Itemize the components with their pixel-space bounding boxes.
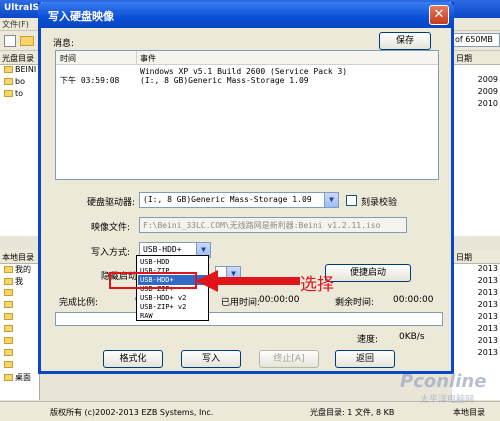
- folder-icon: [4, 349, 13, 356]
- image-file-label: 映像文件:: [91, 223, 131, 233]
- disc-tree-panel: 光盘目录 BEINI bo to: [0, 51, 40, 236]
- status-local-info: 本地目录: [453, 408, 485, 417]
- message-log: 时间 事件 下午 03:59:08 Windows XP v5.1 Build …: [55, 50, 439, 180]
- date-cell: 2009: [477, 75, 498, 84]
- date-cell: 2010: [477, 99, 498, 108]
- status-disc-info: 光盘目录: 1 文件, 8 KB: [310, 408, 395, 417]
- drive-value: (I:, 8 GB)Generic Mass-Storage 1.09: [143, 195, 312, 204]
- verify-label: 刻录校验: [361, 198, 398, 208]
- folder-icon: [4, 66, 13, 73]
- disc-file-list: 日期 2009 2009 2010: [452, 51, 500, 236]
- date-cell: 2013: [477, 324, 498, 333]
- progress-label: 完成比例:: [59, 298, 99, 308]
- arrow-left-icon: [196, 270, 300, 292]
- col-event-header[interactable]: 事件: [140, 53, 156, 64]
- folder-icon: [4, 301, 13, 308]
- drive-label: 硬盘驱动器:: [87, 198, 136, 208]
- menu-file[interactable]: 文件(F): [2, 19, 29, 30]
- folder-icon: [4, 374, 13, 381]
- remaining-value: 00:00:00: [393, 295, 434, 305]
- date-cell: 2013: [477, 300, 498, 309]
- annotation-highlight-box: [109, 272, 197, 289]
- tree-item[interactable]: to: [0, 89, 39, 101]
- tree-item[interactable]: 我: [0, 276, 39, 288]
- folder-icon: [4, 289, 13, 296]
- date-cell: 2013: [477, 312, 498, 321]
- date-cell: 2013: [477, 264, 498, 273]
- progress-bar: [55, 312, 443, 326]
- date-cell: 2013: [477, 336, 498, 345]
- local-tree-header: 本地目录: [0, 250, 39, 264]
- tree-item[interactable]: 我的: [0, 264, 39, 276]
- write-mode-value: USB-HDD+: [143, 245, 182, 254]
- write-button[interactable]: 写入: [181, 350, 241, 368]
- folder-icon: [4, 90, 13, 97]
- elapsed-value: 00:00:00: [259, 295, 300, 305]
- write-disk-image-dialog: 写入硬盘映像 ✕ 消息: 保存 时间 事件 下午 03:59:08 Window…: [38, 2, 454, 374]
- folder-icon: [4, 266, 13, 273]
- tree-item[interactable]: BEINI: [0, 65, 39, 77]
- image-file-field[interactable]: F:\Beini_33LC.COM\无线路网是新利器:Beini v1.2.11…: [139, 217, 407, 233]
- drive-select[interactable]: (I:, 8 GB)Generic Mass-Storage 1.09 ▼: [139, 192, 339, 208]
- date-column-header[interactable]: 日期: [452, 250, 500, 264]
- back-button[interactable]: 返回: [335, 350, 395, 368]
- tree-item[interactable]: [0, 324, 39, 336]
- write-mode-label: 写入方式:: [91, 248, 131, 258]
- log-line-1: Windows XP v5.1 Build 2600 (Service Pack…: [140, 67, 348, 76]
- dialog-title: 写入硬盘映像: [48, 10, 114, 23]
- tree-item[interactable]: 桌面: [0, 372, 39, 384]
- folder-icon: [4, 78, 13, 85]
- local-tree-panel: 本地目录 我的 我 桌面: [0, 250, 40, 400]
- chevron-down-icon[interactable]: ▼: [324, 193, 338, 207]
- watermark-logo: Pconline: [400, 371, 487, 392]
- log-time: 下午 03:59:08: [60, 76, 120, 85]
- verify-checkbox[interactable]: [346, 195, 357, 206]
- messages-label: 消息:: [53, 39, 75, 49]
- open-folder-icon[interactable]: [20, 36, 34, 46]
- disc-size-box[interactable]: of 650MB: [452, 33, 500, 47]
- new-file-icon[interactable]: [4, 35, 16, 47]
- tree-item[interactable]: [0, 300, 39, 312]
- folder-icon: [4, 313, 13, 320]
- folder-icon: [4, 325, 13, 332]
- date-cell: 2013: [477, 288, 498, 297]
- date-cell: 2013: [477, 276, 498, 285]
- speed-value: 0KB/s: [399, 332, 425, 342]
- stop-button[interactable]: 终止[A]: [259, 350, 319, 368]
- tree-item[interactable]: [0, 360, 39, 372]
- col-time-header[interactable]: 时间: [60, 53, 76, 64]
- folder-icon: [4, 337, 13, 344]
- date-cell: 2013: [477, 348, 498, 357]
- log-line-2: (I:, 8 GB)Generic Mass-Storage 1.09: [140, 76, 309, 85]
- quick-boot-button[interactable]: 便捷启动: [325, 264, 411, 282]
- dialog-titlebar[interactable]: 写入硬盘映像 ✕: [38, 2, 454, 28]
- close-icon[interactable]: ✕: [429, 5, 449, 25]
- status-copyright: 版权所有 (c)2002-2013 EZB Systems, Inc.: [50, 408, 214, 417]
- save-button[interactable]: 保存: [379, 32, 431, 50]
- column-divider[interactable]: [136, 51, 137, 65]
- tree-item[interactable]: [0, 312, 39, 324]
- tree-item[interactable]: bo: [0, 77, 39, 89]
- folder-icon: [4, 278, 13, 285]
- date-column-header[interactable]: 日期: [452, 51, 500, 65]
- remaining-label: 剩余时间:: [335, 298, 375, 308]
- tree-item[interactable]: [0, 336, 39, 348]
- message-log-header: 时间 事件: [56, 51, 438, 65]
- write-mode-option[interactable]: RAW: [138, 311, 207, 321]
- disc-tree-header: 光盘目录: [0, 51, 39, 65]
- date-cell: 2009: [477, 87, 498, 96]
- folder-icon: [4, 361, 13, 368]
- speed-label: 速度:: [357, 335, 379, 345]
- watermark-sub: 太平洋电脑网: [420, 395, 475, 405]
- annotation-text: 选择: [300, 275, 334, 295]
- format-button[interactable]: 格式化: [103, 350, 163, 368]
- elapsed-label: 已用时间:: [221, 298, 261, 308]
- tree-item[interactable]: [0, 288, 39, 300]
- tree-item[interactable]: [0, 348, 39, 360]
